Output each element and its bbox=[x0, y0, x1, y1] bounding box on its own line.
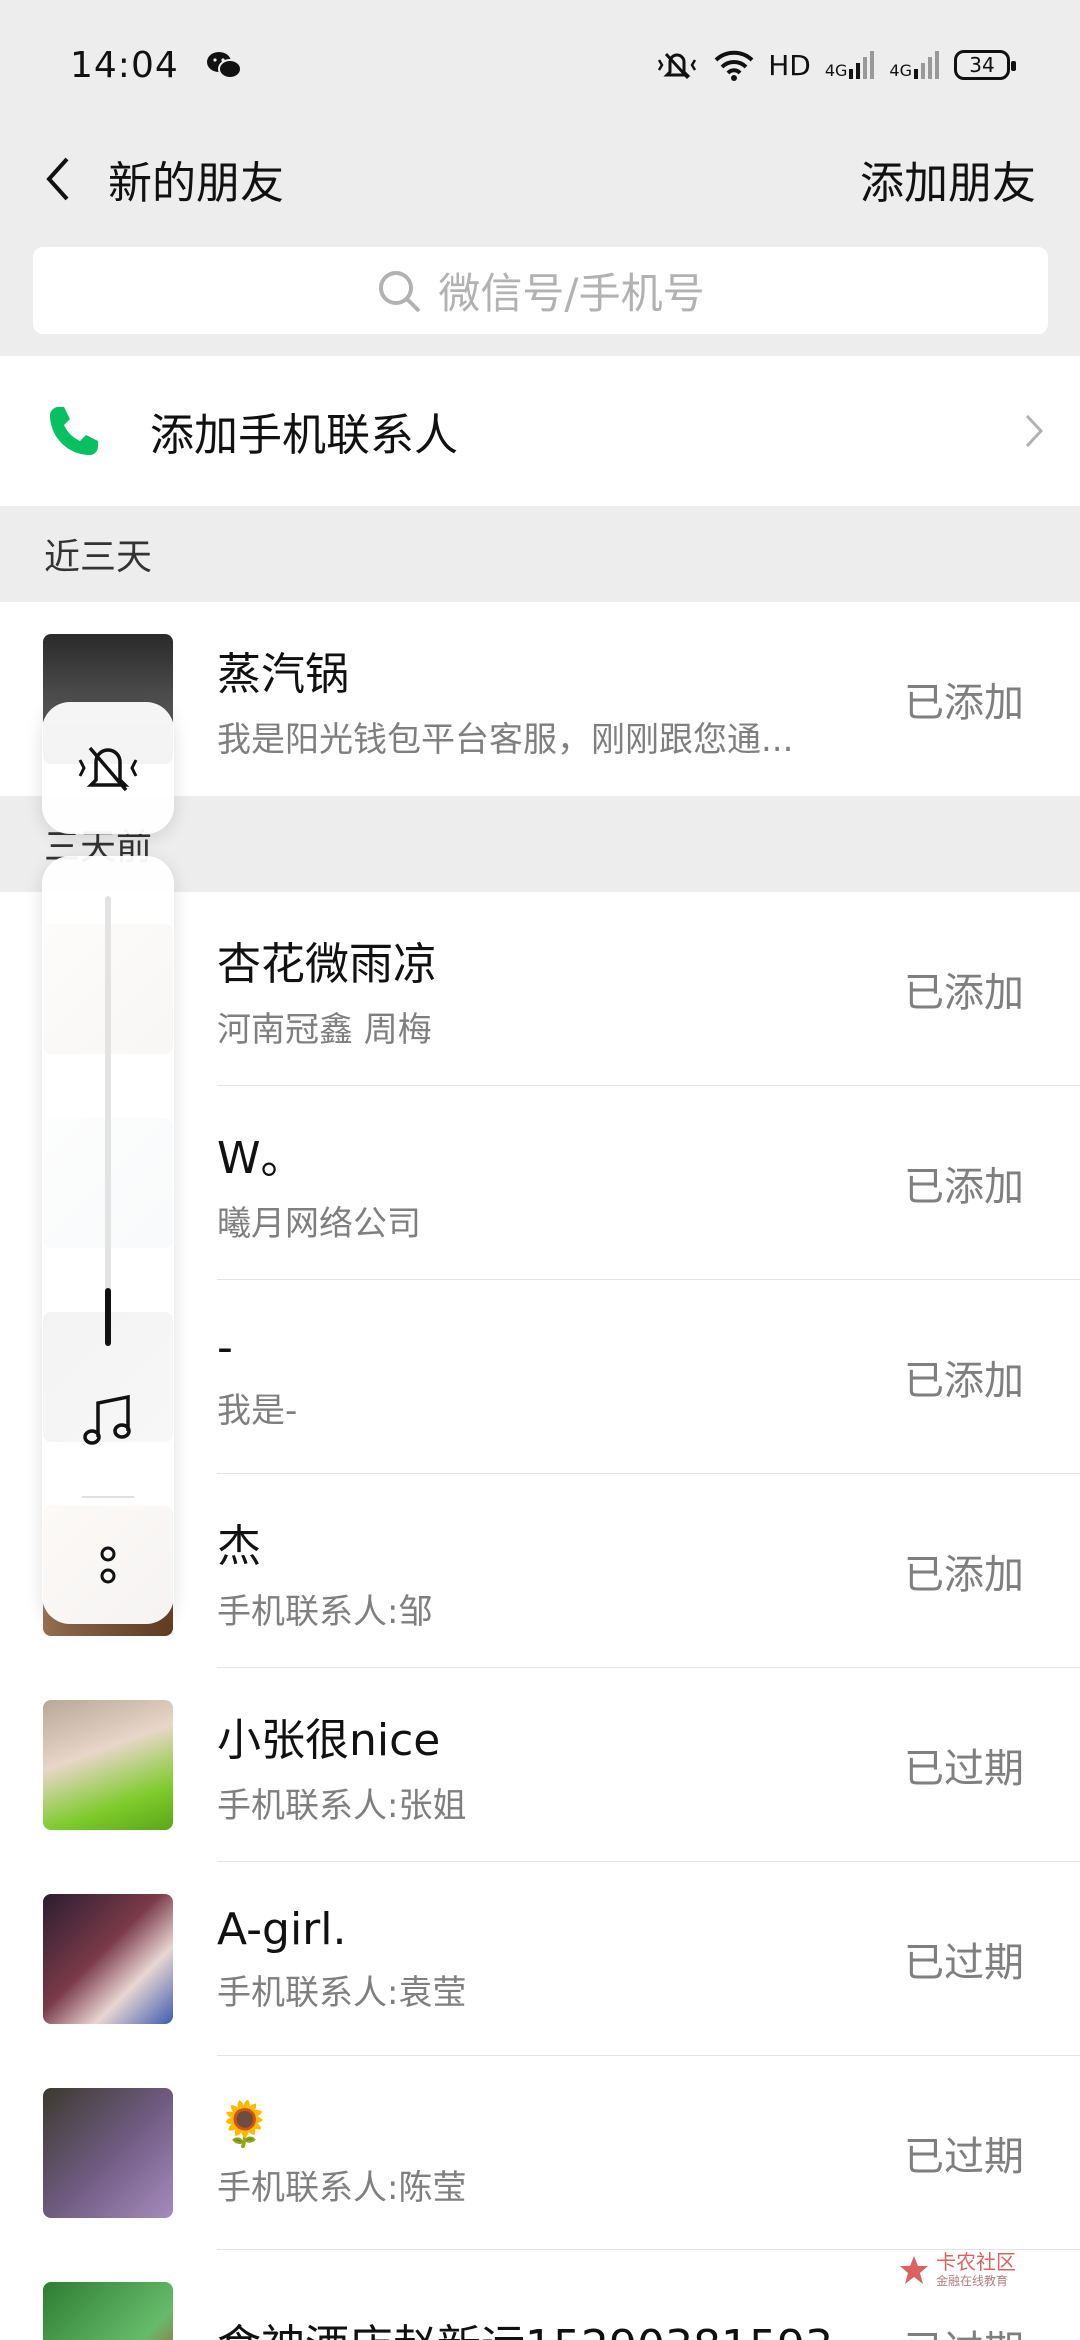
signal-icon bbox=[914, 51, 939, 79]
status-label: 已过期 bbox=[904, 1746, 1024, 1792]
bell-vibrate-off-icon bbox=[78, 746, 138, 792]
item-texts: 杰 手机联系人:邹 bbox=[217, 1510, 867, 1633]
volume-slider[interactable] bbox=[105, 896, 111, 1346]
friend-subtitle: 河南冠鑫 周梅 bbox=[217, 1009, 432, 1050]
friend-name: W。 bbox=[217, 1132, 305, 1184]
item-texts: 食神酒店赵新运15290381593 bbox=[217, 2310, 867, 2340]
volume-panel bbox=[42, 856, 174, 1624]
network-4g-2-label: 4G bbox=[889, 61, 912, 80]
status-label: 已添加 bbox=[904, 1164, 1024, 1210]
wechat-notification-icon bbox=[206, 52, 242, 79]
network-4g-1: 4G bbox=[825, 51, 876, 79]
friend-name: 小张很nice bbox=[217, 1714, 441, 1766]
item-texts: - 我是- bbox=[217, 1322, 867, 1432]
avatar bbox=[43, 1700, 173, 1830]
item-texts: 蒸汽锅 我是阳光钱包平台客服，刚刚跟您通... bbox=[217, 638, 867, 761]
status-label: 已添加 bbox=[904, 680, 1024, 726]
list-item[interactable]: 小张很nice 手机联系人:张姐 已过期 bbox=[0, 1668, 1080, 1862]
status-label: 已添加 bbox=[904, 970, 1024, 1016]
friend-subtitle: 我是- bbox=[217, 1391, 298, 1431]
signal-icon bbox=[849, 51, 875, 79]
friend-name: - bbox=[217, 1322, 233, 1373]
item-texts: A-girl. 手机联系人:袁莹 bbox=[217, 1904, 867, 2014]
item-texts: 杏花微雨凉 河南冠鑫 周梅 bbox=[217, 928, 867, 1051]
avatar bbox=[43, 2088, 173, 2218]
music-note-icon bbox=[83, 1394, 131, 1445]
screen: 14:04 HD 4G 4G 34 新的朋友 添加朋友 微信号/手机号 添加手机… bbox=[0, 0, 1080, 2340]
friend-subtitle: 我是阳光钱包平台客服，刚刚跟您通... bbox=[217, 719, 794, 760]
watermark: 卡农社区 金融在线教育 bbox=[898, 2250, 1028, 2290]
avatar bbox=[43, 2282, 173, 2340]
phone-icon bbox=[50, 407, 98, 455]
add-friend-button[interactable]: 添加朋友 bbox=[860, 147, 1036, 211]
friend-name: 杰 bbox=[217, 1520, 261, 1572]
status-label: 已过期 bbox=[904, 2134, 1024, 2180]
search-input[interactable]: 微信号/手机号 bbox=[33, 247, 1048, 334]
friend-name: 杏花微雨凉 bbox=[217, 938, 437, 990]
add-phone-contacts-label: 添加手机联系人 bbox=[150, 410, 458, 461]
back-button[interactable] bbox=[28, 149, 88, 209]
search-placeholder: 微信号/手机号 bbox=[438, 269, 705, 318]
hd-indicator: HD bbox=[768, 48, 811, 82]
item-texts: W。 曦月网络公司 bbox=[217, 1122, 867, 1245]
status-label: 已添加 bbox=[904, 1358, 1024, 1404]
watermark-text-block: 卡农社区 金融在线教育 bbox=[936, 2252, 1016, 2289]
more-dots-icon[interactable] bbox=[96, 1544, 120, 1588]
back-arrow-icon bbox=[46, 157, 69, 201]
friend-subtitle: 手机联系人:张姐 bbox=[217, 1785, 467, 1826]
status-label: 已过期 bbox=[904, 1940, 1024, 1986]
wifi-icon bbox=[714, 50, 754, 81]
vibrate-icon bbox=[658, 52, 697, 80]
divider bbox=[82, 1496, 134, 1498]
battery-level: 34 bbox=[969, 53, 995, 77]
friend-name: 🌻 bbox=[217, 2098, 272, 2150]
list-item[interactable]: A-girl. 手机联系人:袁莹 已过期 bbox=[0, 1862, 1080, 2056]
status-label: 已过期 bbox=[904, 2318, 1024, 2340]
section-header-recent: 近三天 bbox=[0, 506, 1080, 602]
status-bar: 14:04 HD 4G 4G 34 bbox=[0, 0, 1080, 130]
item-texts: 🌻 手机联系人:陈莹 bbox=[217, 2098, 867, 2209]
friend-name: A-girl. bbox=[217, 1904, 347, 1955]
status-time: 14:04 bbox=[70, 44, 179, 86]
network-4g-2: 4G bbox=[889, 51, 940, 79]
friend-subtitle: 手机联系人:陈莹 bbox=[217, 2167, 467, 2208]
friend-name: 蒸汽锅 bbox=[217, 648, 349, 700]
header: 新的朋友 添加朋友 bbox=[0, 130, 1080, 228]
avatar bbox=[43, 1894, 173, 2024]
network-4g-1-label: 4G bbox=[824, 61, 848, 80]
status-label: 已添加 bbox=[904, 1552, 1024, 1598]
watermark-sub: 金融在线教育 bbox=[936, 2273, 1009, 2288]
ringer-mode-button[interactable] bbox=[42, 702, 174, 834]
list-item[interactable]: 🌻 手机联系人:陈莹 已过期 bbox=[0, 2056, 1080, 2250]
search-icon bbox=[379, 270, 421, 312]
add-phone-contacts-row[interactable]: 添加手机联系人 bbox=[0, 356, 1080, 506]
battery-icon: 34 bbox=[954, 50, 1016, 80]
status-icons: HD 4G 4G 34 bbox=[654, 48, 1016, 82]
friend-subtitle: 曦月网络公司 bbox=[217, 1203, 421, 1244]
page-title: 新的朋友 bbox=[108, 158, 284, 209]
friend-subtitle: 手机联系人:邹 bbox=[217, 1591, 433, 1632]
friend-subtitle: 手机联系人:袁莹 bbox=[217, 1973, 467, 2013]
watermark-text: 卡农社区 bbox=[936, 2249, 1016, 2274]
chevron-right-icon bbox=[1025, 414, 1044, 448]
item-texts: 小张很nice 手机联系人:张姐 bbox=[217, 1704, 867, 1827]
volume-level bbox=[105, 1287, 111, 1346]
friend-name: 食神酒店赵新运15290381593 bbox=[217, 2310, 867, 2340]
watermark-logo-icon bbox=[900, 2256, 928, 2284]
